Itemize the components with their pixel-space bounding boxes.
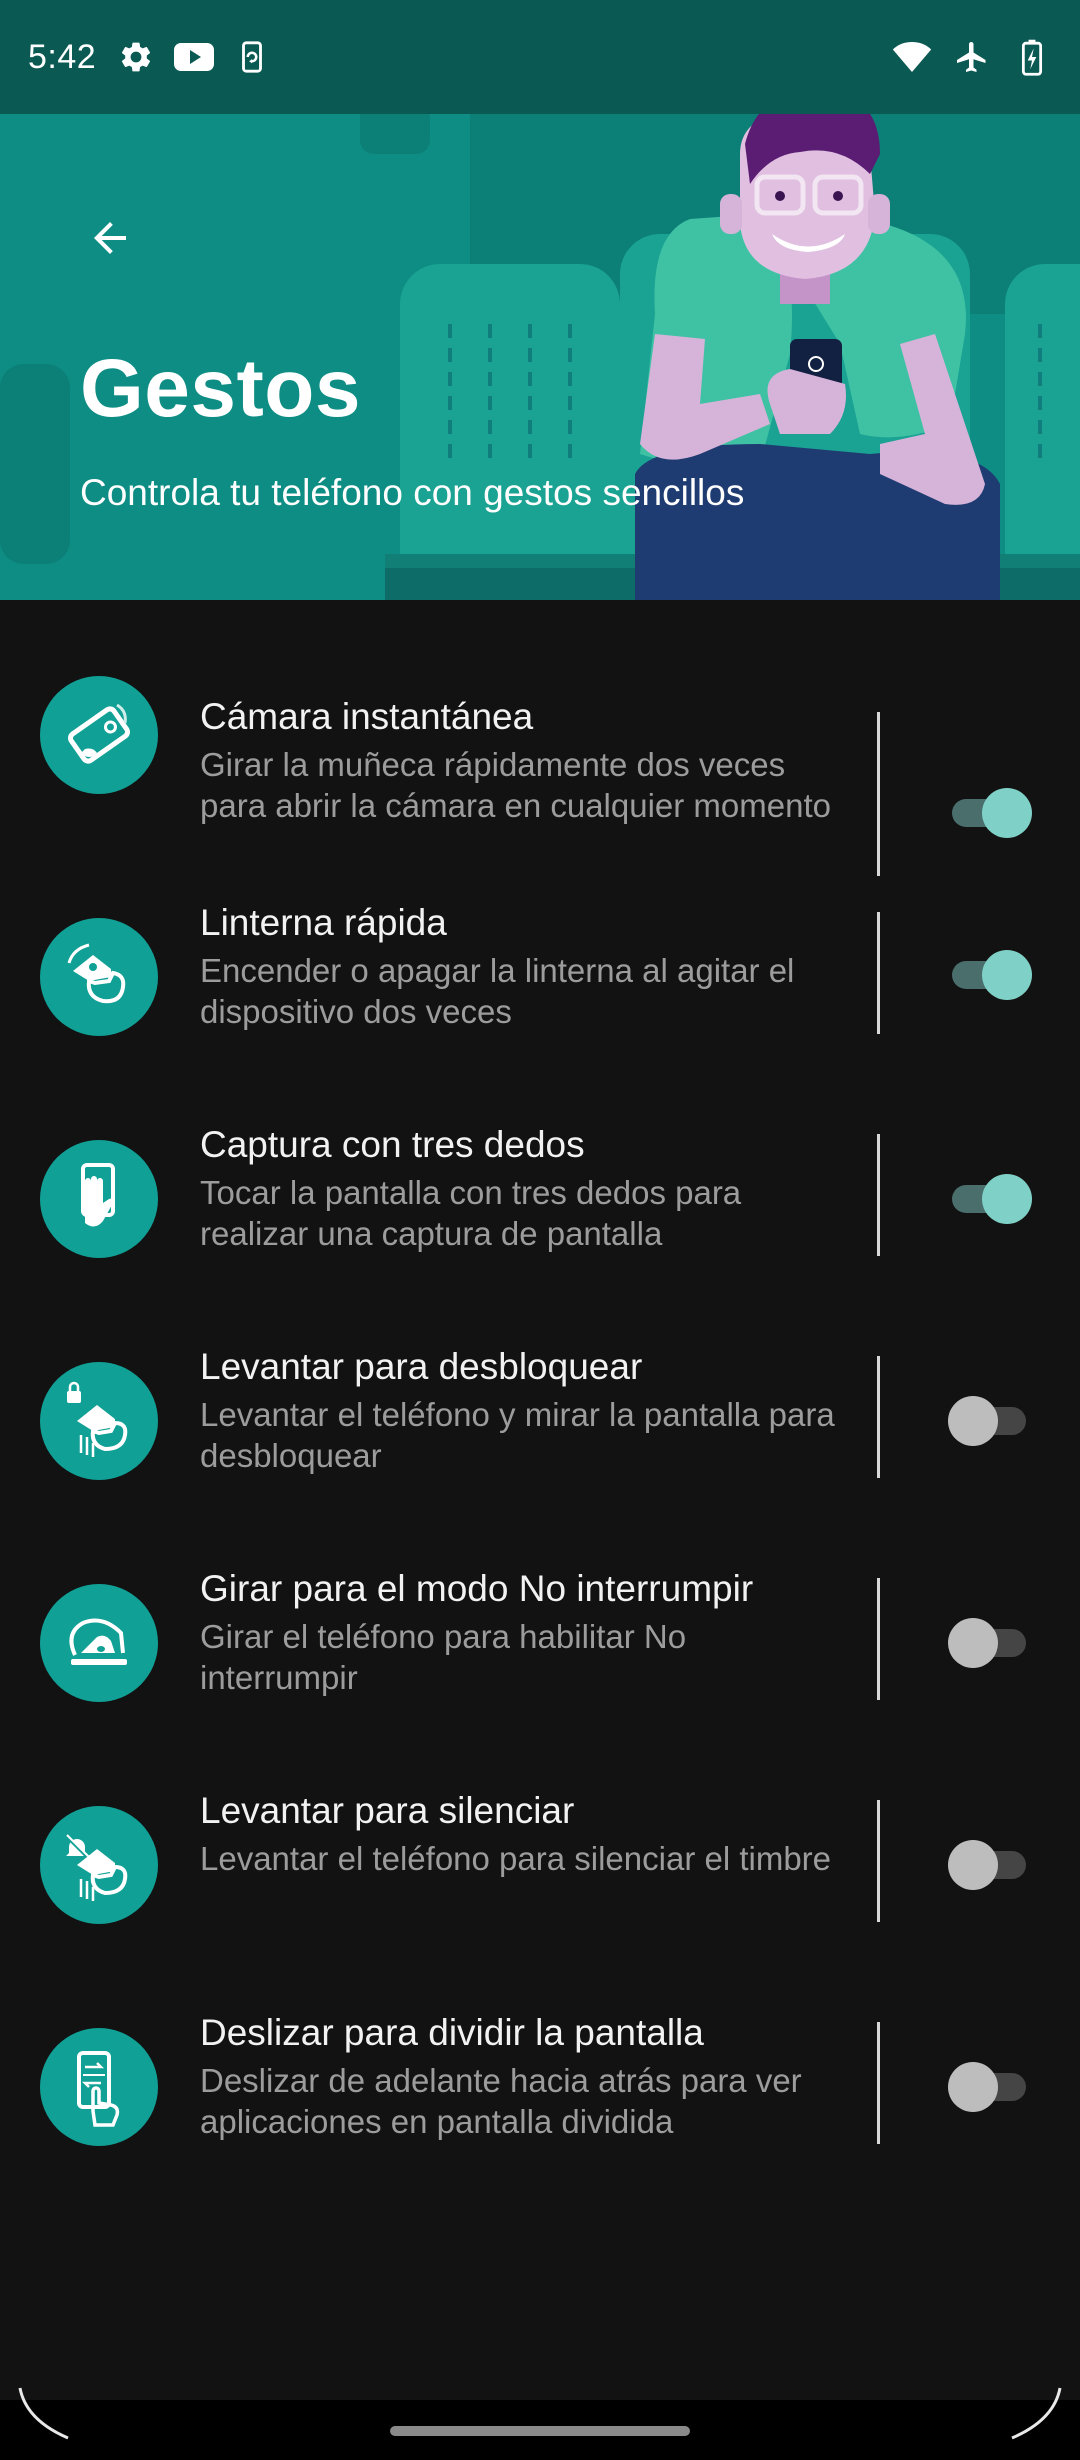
gesture-row-lift-unlock[interactable]: Levantar para desbloquear Levantar el te… [0,1346,1080,1562]
screen-corner-right [1011,2387,1062,2440]
gesture-description: Encender o apagar la linterna al agitar … [200,952,795,1030]
arrow-back-icon [94,222,126,254]
airplane-mode-icon [952,37,992,77]
gesture-row-three-finger-screenshot[interactable]: Captura con tres dedos Tocar la pantalla… [0,1124,1080,1340]
battery-charging-icon [1012,37,1052,77]
gesture-title: Levantar para silenciar [200,1790,575,1831]
flip-dnd-icon [40,1584,158,1702]
gestures-settings-screen: 5:42 Gestos Controla tu teléfono con ges… [0,0,1080,2460]
gesture-title: Linterna rápida [200,902,447,943]
gestures-header: Gestos Controla tu teléfono con gestos s… [0,114,1080,600]
swipe-split-screen-icon [40,2028,158,2146]
row-divider [877,1578,880,1700]
row-divider [877,912,880,1034]
youtube-icon [174,37,215,77]
gesture-row-fast-torch[interactable]: Linterna rápida Encender o apagar la lin… [0,902,1080,1118]
gesture-description: Deslizar de adelante hacia atrás para ve… [200,2062,802,2140]
lift-silence-toggle[interactable] [948,1836,1032,1892]
gesture-title: Deslizar para dividir la pantalla [200,2012,704,2053]
screen-corner-left [18,2387,69,2440]
lift-unlock-toggle[interactable] [948,1392,1032,1448]
gesture-title: Girar para el modo No interrumpir [200,1568,754,1609]
quick-capture-toggle[interactable] [948,784,1032,840]
status-bar: 5:42 [0,0,1080,114]
gesture-description: Tocar la pantalla con tres dedos para re… [200,1174,742,1252]
gesture-description: Levantar el teléfono para silenciar el t… [200,1840,832,1877]
row-divider [877,2022,880,2144]
gesture-description: Levantar el teléfono y mirar la pantalla… [200,1396,835,1474]
row-divider [877,712,880,876]
gesture-description: Girar la muñeca rápidamente dos veces pa… [200,746,831,824]
gesture-row-flip-dnd[interactable]: Girar para el modo No interrumpir Girar … [0,1568,1080,1784]
gesture-title: Captura con tres dedos [200,1124,585,1165]
gesture-row-swipe-split-screen[interactable]: Deslizar para dividir la pantalla Desliz… [0,2012,1080,2228]
lift-unlock-icon [40,1362,158,1480]
status-time: 5:42 [28,37,97,76]
gesture-row-quick-capture[interactable]: Cámara instantánea Girar la muñeca rápid… [0,652,1080,876]
lift-silence-icon [40,1806,158,1924]
page-subtitle: Controla tu teléfono con gestos sencillo… [80,472,745,513]
wrist-twist-camera-icon [40,676,158,794]
row-divider [877,1356,880,1478]
page-title: Gestos [80,343,361,434]
row-divider [877,1800,880,1922]
fast-torch-toggle[interactable] [948,946,1032,1002]
row-divider [877,1134,880,1256]
settings-gear-icon [116,37,156,77]
flip-dnd-toggle[interactable] [948,1614,1032,1670]
three-finger-screenshot-icon [40,1140,158,1258]
home-gesture-handle[interactable] [390,2426,690,2436]
gesture-description: Girar el teléfono para habilitar No inte… [200,1618,687,1696]
screen-rotate-icon [232,37,272,77]
chop-flashlight-icon [40,918,158,1036]
wifi-icon [892,37,932,77]
back-button[interactable] [70,198,150,278]
gesture-title: Cámara instantánea [200,696,534,737]
gesture-title: Levantar para desbloquear [200,1346,643,1387]
three-finger-screenshot-toggle[interactable] [948,1170,1032,1226]
swipe-split-screen-toggle[interactable] [948,2058,1032,2114]
gesture-row-lift-silence[interactable]: Levantar para silenciar Levantar el telé… [0,1790,1080,2006]
